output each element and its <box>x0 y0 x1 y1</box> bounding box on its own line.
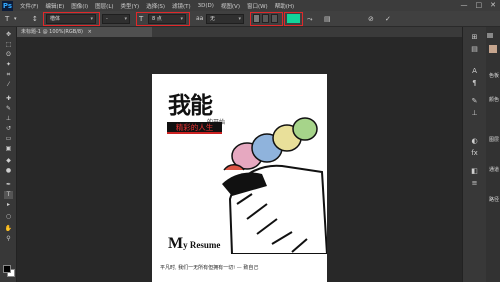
panel-labels: 色板 颜色 图层 通道 路径 <box>486 27 500 282</box>
crop-icon[interactable]: ⌗ <box>4 71 13 79</box>
antialias-value: 无 <box>210 16 216 22</box>
panel-label-paths[interactable]: 路径 <box>489 197 500 203</box>
antialias-icon: aa <box>196 15 204 22</box>
clone-panel-icon[interactable]: ⊥ <box>469 109 480 118</box>
blur-icon[interactable]: ◆ <box>4 157 13 165</box>
panel-label-channels[interactable]: 通道 <box>489 167 500 173</box>
highlight-align <box>250 12 283 26</box>
close-icon[interactable]: ✕ <box>490 1 496 9</box>
history-panel-icon[interactable]: ⊞ <box>469 33 480 42</box>
panel-label-color[interactable]: 颜色 <box>489 97 500 103</box>
hand-icon[interactable]: ✋ <box>4 225 13 233</box>
right-panel-strip: ⊞ ▤ A ¶ ✎ ⊥ ◐ fx ◧ ≡ <box>462 27 486 282</box>
document-tab-label: 未标题-1 @ 100%(RGB/8) <box>21 29 84 35</box>
layers-panel-icon[interactable]: ◧ <box>469 167 480 176</box>
shape-icon[interactable]: ○ <box>4 213 13 221</box>
move-icon[interactable]: ✥ <box>4 31 13 39</box>
my-resume-initial: M <box>168 235 184 252</box>
stamp-icon[interactable]: ⊥ <box>4 115 13 123</box>
panel-label-swatches[interactable]: 色板 <box>489 73 500 79</box>
chevron-down-icon: ▾ <box>238 16 241 22</box>
menu-edit[interactable]: 编辑(E) <box>45 2 64 10</box>
menu-filter[interactable]: 滤镜(T) <box>172 2 191 10</box>
chevron-down-icon: ▾ <box>124 16 127 22</box>
zoom-icon[interactable]: ⚲ <box>4 235 13 243</box>
document-canvas[interactable]: 我能 的开始 精彩的人生 My Resume 平凡时, 我们一无所有但拥有一切!… <box>152 74 327 282</box>
style-panel-icon[interactable]: fx <box>469 149 480 158</box>
document-tab-bar: 未标题-1 @ 100%(RGB/8) × <box>17 27 462 37</box>
warp-text-icon[interactable]: ⤳ <box>307 14 313 24</box>
menu-image[interactable]: 图像(I) <box>71 2 88 10</box>
type-tool-icon[interactable]: T <box>5 14 9 24</box>
panel-label-color[interactable] <box>487 33 500 40</box>
minimize-icon[interactable]: — <box>461 1 468 9</box>
document-tab[interactable]: 未标题-1 @ 100%(RGB/8) × <box>17 27 152 37</box>
brush-icon[interactable]: ✎ <box>4 105 13 113</box>
photoshop-logo: Ps <box>2 0 13 11</box>
menu-layer[interactable]: 图层(L) <box>95 2 113 10</box>
paragraph-panel-icon[interactable]: ¶ <box>469 79 480 88</box>
color-preview-swatch <box>489 45 497 53</box>
wand-icon[interactable]: ✦ <box>4 61 13 69</box>
poster-footer: 平凡时, 我们一无所有但拥有一切! — 致自己 <box>160 265 259 271</box>
menu-bar: Ps 文件(F) 编辑(E) 图像(I) 图层(L) 类型(Y) 选择(S) 滤… <box>0 0 500 11</box>
tools-panel: ✥ ⬚ ʘ ✦ ⌗ ⁄ ✚ ✎ ⊥ ↺ ▭ ▣ ◆ ● ✒ T ▸ ○ ✋ ⚲ <box>0 27 17 282</box>
gradient-icon[interactable]: ▣ <box>4 145 13 153</box>
menu-3d[interactable]: 3D(D) <box>198 3 214 9</box>
lasso-icon[interactable]: ʘ <box>4 51 13 59</box>
pen-icon[interactable]: ✒ <box>4 181 13 189</box>
menu-view[interactable]: 视图(V) <box>221 2 240 10</box>
character-panel-icon[interactable]: ▤ <box>324 14 331 24</box>
tab-close-icon[interactable]: × <box>88 29 92 35</box>
menu-window[interactable]: 窗口(W) <box>247 2 268 10</box>
foreground-color-swatch[interactable] <box>3 265 11 273</box>
maximize-icon[interactable]: □ <box>476 1 483 9</box>
cancel-icon[interactable]: ⊘ <box>368 14 374 24</box>
text-orientation-icon[interactable]: ↕ <box>32 14 38 24</box>
panel-label-layers[interactable]: 图层 <box>489 137 500 143</box>
eraser-icon[interactable]: ▭ <box>4 135 13 143</box>
path-select-icon[interactable]: ▸ <box>4 201 13 209</box>
font-style-select[interactable]: - ▾ <box>102 14 130 24</box>
antialias-select[interactable]: 无 ▾ <box>206 14 244 24</box>
menu-select[interactable]: 选择(S) <box>146 2 165 10</box>
commit-icon[interactable]: ✓ <box>385 14 391 24</box>
info-panel-icon[interactable]: ▤ <box>469 45 480 54</box>
history-icon[interactable]: ↺ <box>4 125 13 133</box>
adjust-panel-icon[interactable]: ◐ <box>469 137 480 146</box>
fist-illustration <box>222 117 327 254</box>
marquee-icon[interactable]: ⬚ <box>4 41 13 49</box>
character-panel-icon[interactable]: A <box>469 67 480 76</box>
brush-panel-icon[interactable]: ✎ <box>469 97 480 106</box>
dodge-icon[interactable]: ● <box>4 167 13 175</box>
highlight-font-family <box>43 12 100 26</box>
menu-help[interactable]: 帮助(H) <box>275 2 294 10</box>
dropdown-icon[interactable]: ▾ <box>14 14 17 24</box>
my-resume-heading: My Resume <box>168 235 220 253</box>
highlight-font-size <box>136 12 190 26</box>
my-resume-rest: y Resume <box>183 240 221 250</box>
eyedropper-icon[interactable]: ⁄ <box>4 81 13 89</box>
window-controls: — □ ✕ <box>461 1 497 9</box>
font-style-value: - <box>106 16 108 22</box>
swatch-icon <box>487 33 493 38</box>
menu-type[interactable]: 类型(Y) <box>121 2 140 10</box>
highlight-color <box>284 12 303 26</box>
heal-icon[interactable]: ✚ <box>4 95 13 103</box>
poster-title: 我能 <box>168 92 213 119</box>
type-icon[interactable]: T <box>4 191 13 199</box>
menu-file[interactable]: 文件(F) <box>20 2 38 10</box>
channels-panel-icon[interactable]: ≡ <box>469 179 480 188</box>
